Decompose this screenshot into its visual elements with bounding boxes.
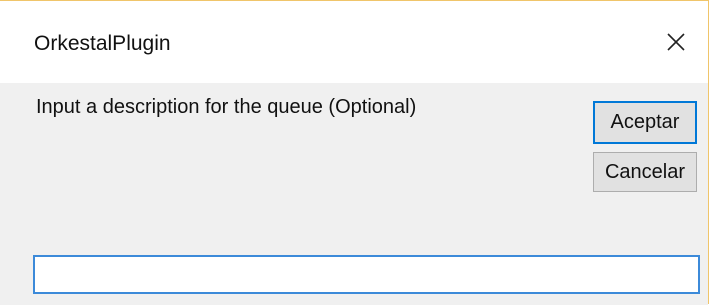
close-icon <box>667 33 685 51</box>
description-input[interactable] <box>33 255 700 294</box>
accept-button[interactable]: Aceptar <box>593 101 697 144</box>
title-bar[interactable]: OrkestalPlugin <box>0 1 708 83</box>
window-title: OrkestalPlugin <box>34 32 171 55</box>
cancel-button[interactable]: Cancelar <box>593 152 697 192</box>
dialog-body: Input a description for the queue (Optio… <box>0 83 708 305</box>
dialog-window: OrkestalPlugin Input a description for t… <box>0 0 709 305</box>
close-button[interactable] <box>644 1 708 83</box>
prompt-label: Input a description for the queue (Optio… <box>36 96 417 118</box>
